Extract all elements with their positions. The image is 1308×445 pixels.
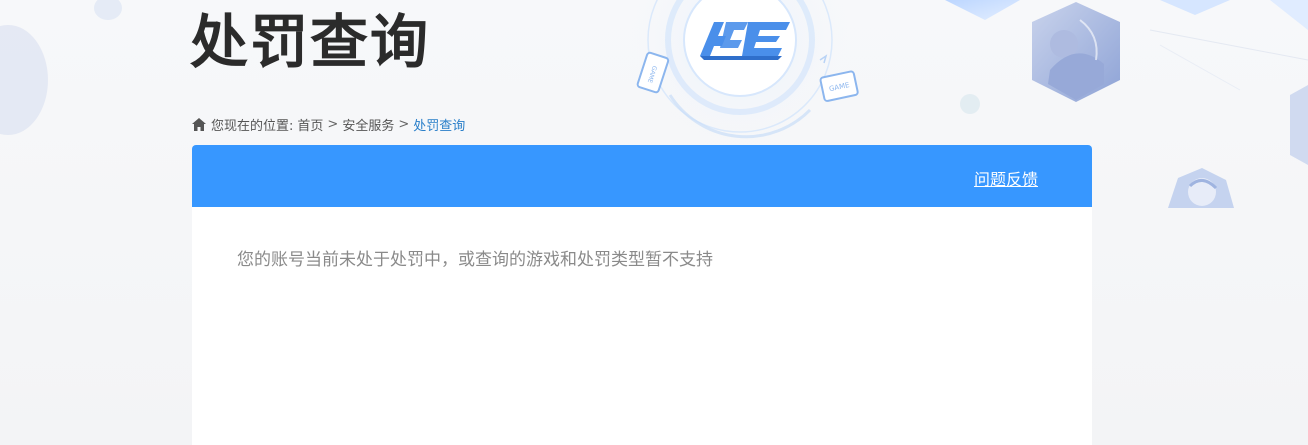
panel-header: 问题反馈 xyxy=(192,145,1092,207)
panel-body: 您的账号当前未处于处罚中，或查询的游戏和处罚类型暂不支持 xyxy=(192,207,1092,308)
breadcrumb-separator: > xyxy=(327,116,339,132)
feedback-link[interactable]: 问题反馈 xyxy=(974,166,1038,190)
breadcrumb-prefix: 您现在的位置: xyxy=(211,118,294,134)
page: GAME GAME 处罚查询 您现在的位置: 首页 > 安全服务 > 处罚查询 … xyxy=(0,0,1308,445)
breadcrumb-home-link[interactable]: 首页 xyxy=(297,115,323,134)
svg-text:GAME: GAME xyxy=(646,65,658,84)
breadcrumb: 您现在的位置: 首页 > 安全服务 > 处罚查询 xyxy=(192,115,466,134)
breadcrumb-separator: > xyxy=(398,116,410,132)
result-panel: 问题反馈 您的账号当前未处于处罚中，或查询的游戏和处罚类型暂不支持 xyxy=(192,145,1092,445)
svg-text:GAME: GAME xyxy=(828,81,850,93)
home-icon xyxy=(192,117,206,131)
breadcrumb-security-link[interactable]: 安全服务 xyxy=(342,115,394,134)
status-message: 您的账号当前未处于处罚中，或查询的游戏和处罚类型暂不支持 xyxy=(237,250,713,270)
breadcrumb-current: 处罚查询 xyxy=(413,118,466,134)
page-title: 处罚查询 xyxy=(190,8,431,76)
